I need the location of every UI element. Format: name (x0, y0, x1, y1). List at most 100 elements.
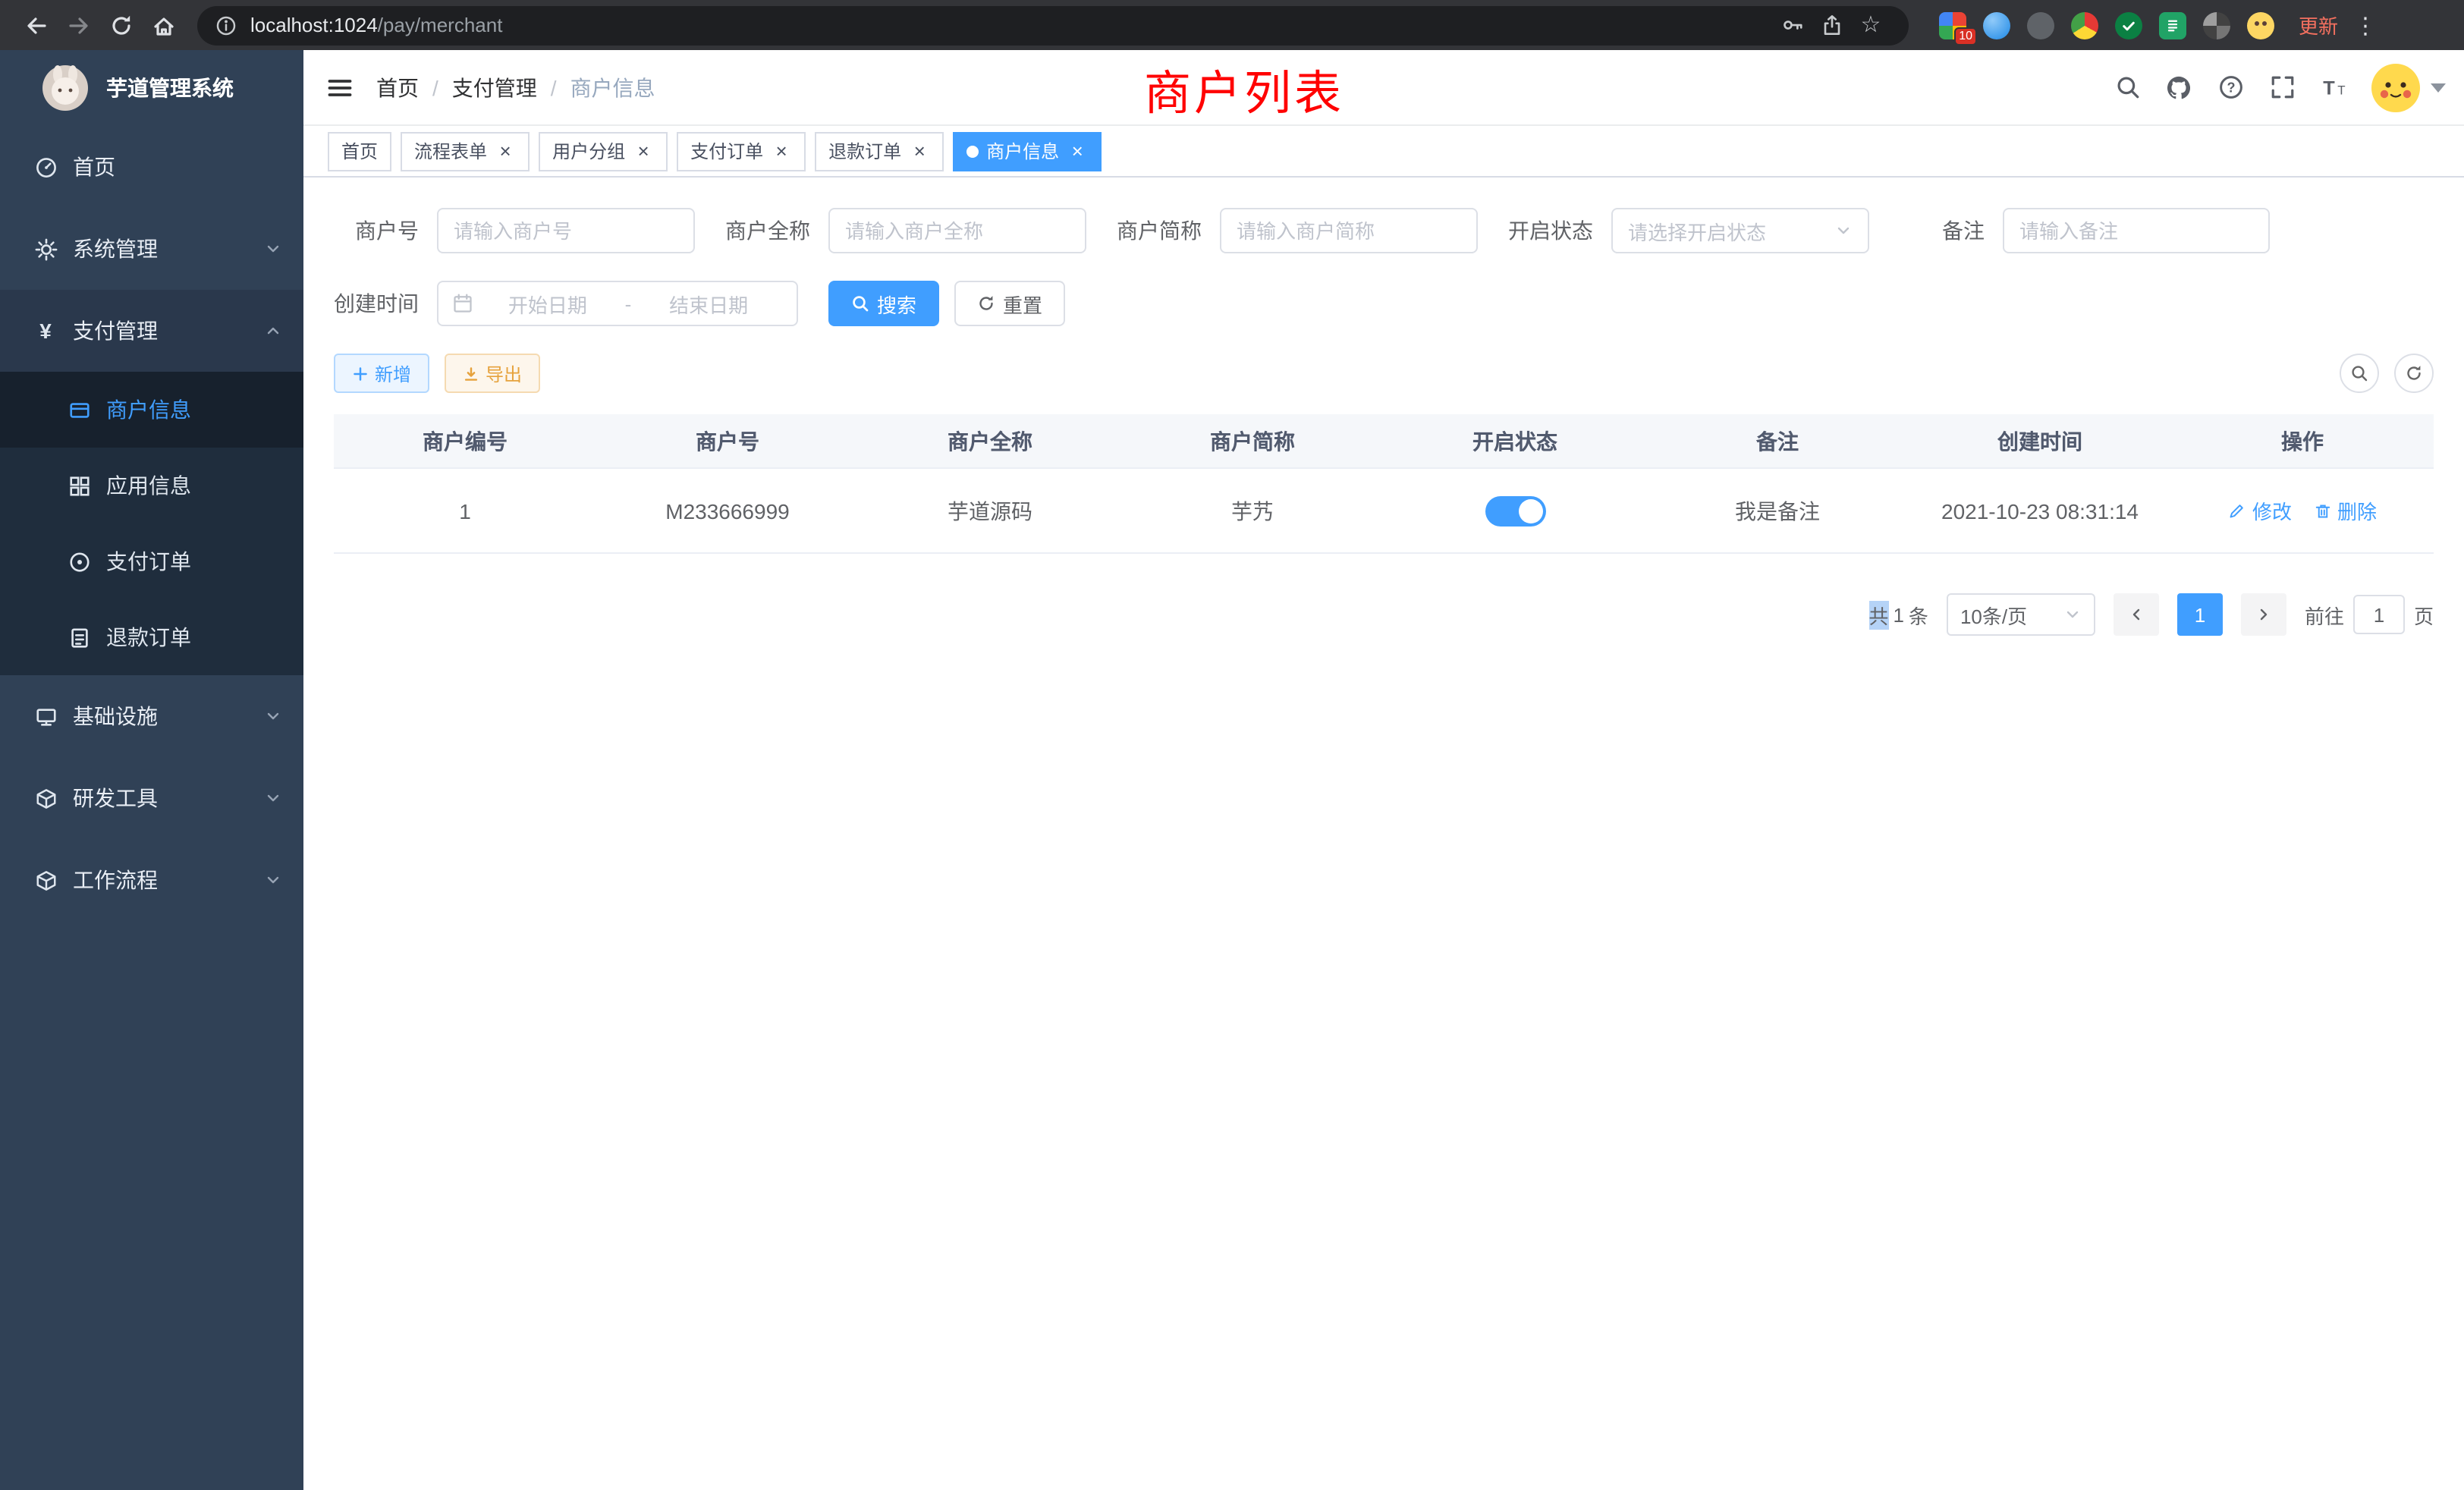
search-icon[interactable] (2101, 49, 2153, 125)
svg-text:?: ? (2226, 80, 2234, 95)
url-text[interactable]: localhost:1024/pay/merchant (250, 14, 1772, 36)
extension-icon[interactable]: 10 (1939, 11, 1966, 39)
export-button[interactable]: 导出 (445, 354, 540, 393)
goto-page-input[interactable] (2353, 595, 2405, 634)
extension-icon[interactable] (2159, 11, 2186, 39)
sidebar-submenu-payment: 商户信息 应用信息 支付订单 (0, 372, 303, 675)
breadcrumb-payment[interactable]: 支付管理 (452, 72, 537, 102)
close-icon[interactable]: × (495, 140, 516, 162)
browser-reload-icon[interactable] (100, 4, 143, 46)
chevron-down-icon (264, 707, 282, 725)
sidebar-item-label: 商户信息 (106, 395, 191, 425)
site-info-icon[interactable] (215, 14, 237, 36)
grid-icon (67, 474, 91, 497)
sidebar-item-pay-order[interactable]: 支付订单 (0, 523, 303, 599)
sidebar-item-label: 基础设施 (73, 701, 158, 731)
sidebar-item-label: 系统管理 (73, 234, 158, 264)
sidebar-logo[interactable]: 芋道管理系统 (0, 50, 303, 126)
browser-update-button[interactable]: 更新 (2299, 11, 2338, 39)
merchant-no-input[interactable] (454, 219, 678, 242)
status-toggle[interactable] (1485, 495, 1545, 526)
github-icon[interactable] (2153, 49, 2205, 125)
sidebar-item-infrastructure[interactable]: 基础设施 (0, 675, 303, 757)
navbar: 首页 / 支付管理 / 商户信息 ? (303, 50, 2464, 126)
user-menu[interactable] (2371, 63, 2446, 112)
navbar-actions: ? TT (2101, 49, 2464, 125)
sidebar-item-dev-tools[interactable]: 研发工具 (0, 757, 303, 839)
close-icon[interactable]: × (771, 140, 792, 162)
pagination-total: 共 1 条 (1868, 600, 1928, 629)
delete-link[interactable]: 删除 (2313, 496, 2377, 525)
pagination: 共 1 条 10条/页 1 (334, 593, 2434, 636)
search-button[interactable]: 搜索 (828, 281, 939, 326)
font-size-icon[interactable]: TT (2308, 49, 2359, 125)
breadcrumb-current: 商户信息 (570, 72, 655, 102)
card-icon (67, 398, 91, 421)
page-number-button[interactable]: 1 (2177, 593, 2223, 636)
sidebar: 芋道管理系统 首页 系统管理 ¥ 支付管理 (0, 50, 303, 1490)
yen-icon: ¥ (33, 320, 58, 341)
breadcrumb: 首页 / 支付管理 / 商户信息 (376, 72, 655, 102)
prev-page-button[interactable] (2114, 593, 2159, 636)
tab-user-group[interactable]: 用户分组 × (539, 131, 668, 171)
add-button[interactable]: 新增 (334, 354, 429, 393)
sidebar-item-system[interactable]: 系统管理 (0, 208, 303, 290)
browser-forward-icon[interactable] (58, 4, 100, 46)
help-icon[interactable]: ? (2205, 49, 2256, 125)
extension-icon[interactable] (2203, 11, 2230, 39)
hide-search-button[interactable] (2340, 354, 2379, 393)
breadcrumb-home[interactable]: 首页 (376, 72, 419, 102)
reset-button[interactable]: 重置 (954, 281, 1065, 326)
status-select[interactable]: 请选择开启状态 (1611, 208, 1869, 253)
refresh-button[interactable] (2394, 354, 2434, 393)
sidebar-item-app-info[interactable]: 应用信息 (0, 448, 303, 523)
logo-avatar (42, 65, 88, 111)
short-name-input[interactable] (1237, 219, 1461, 242)
sidebar-item-merchant-info[interactable]: 商户信息 (0, 372, 303, 448)
sidebar-item-refund-order[interactable]: 退款订单 (0, 599, 303, 675)
password-key-icon[interactable] (1772, 8, 1812, 42)
filter-status: 开启状态 请选择开启状态 (1508, 208, 1869, 253)
browser-profile-avatar[interactable] (2247, 11, 2274, 39)
browser-back-icon[interactable] (15, 4, 58, 46)
document-icon (67, 626, 91, 649)
tab-process-form[interactable]: 流程表单 × (401, 131, 530, 171)
tab-pay-order[interactable]: 支付订单 × (677, 131, 806, 171)
sidebar-item-payment[interactable]: ¥ 支付管理 (0, 290, 303, 372)
page-content: 商户号 商户全称 商户简称 开启状态 请选择开启状态 (303, 178, 2464, 1490)
remark-input[interactable] (2019, 219, 2253, 242)
tab-merchant-info[interactable]: 商户信息 × (953, 131, 1102, 171)
trash-icon (2313, 501, 2331, 520)
tab-refund-order[interactable]: 退款订单 × (815, 131, 944, 171)
fullscreen-icon[interactable] (2256, 49, 2308, 125)
plus-icon (352, 365, 369, 382)
sidebar-item-home[interactable]: 首页 (0, 126, 303, 208)
hamburger-icon[interactable] (303, 50, 376, 124)
edit-link[interactable]: 修改 (2228, 496, 2292, 525)
date-range-picker[interactable]: 开始日期 - 结束日期 (437, 281, 798, 326)
page-size-select[interactable]: 10条/页 (1947, 593, 2095, 636)
close-icon[interactable]: × (633, 140, 654, 162)
extension-icon[interactable] (2115, 11, 2142, 39)
extension-icon[interactable] (2071, 11, 2098, 39)
sidebar-item-workflow[interactable]: 工作流程 (0, 839, 303, 921)
tab-home[interactable]: 首页 (328, 131, 391, 171)
browser-menu-icon[interactable]: ⋮ (2353, 11, 2378, 39)
full-name-input[interactable] (845, 219, 1070, 242)
start-date-placeholder: 开始日期 (473, 289, 622, 318)
share-icon[interactable] (1812, 8, 1851, 42)
next-page-button[interactable] (2241, 593, 2286, 636)
gear-icon (33, 237, 58, 260)
extension-icon[interactable] (2027, 11, 2054, 39)
bookmark-star-icon[interactable]: ☆ (1851, 8, 1890, 42)
browser-home-icon[interactable] (143, 4, 185, 46)
chevron-down-icon (264, 240, 282, 258)
svg-text:T: T (2322, 78, 2334, 99)
address-bar[interactable]: localhost:1024/pay/merchant ☆ (197, 5, 1909, 45)
close-icon[interactable]: × (1067, 140, 1088, 162)
table-header-row: 商户编号 商户号 商户全称 商户简称 开启状态 备注 创建时间 操作 (334, 414, 2434, 469)
workflow-box-icon (33, 869, 58, 891)
close-icon[interactable]: × (909, 140, 930, 162)
end-date-placeholder: 结束日期 (634, 289, 783, 318)
extension-icon[interactable] (1983, 11, 2010, 39)
